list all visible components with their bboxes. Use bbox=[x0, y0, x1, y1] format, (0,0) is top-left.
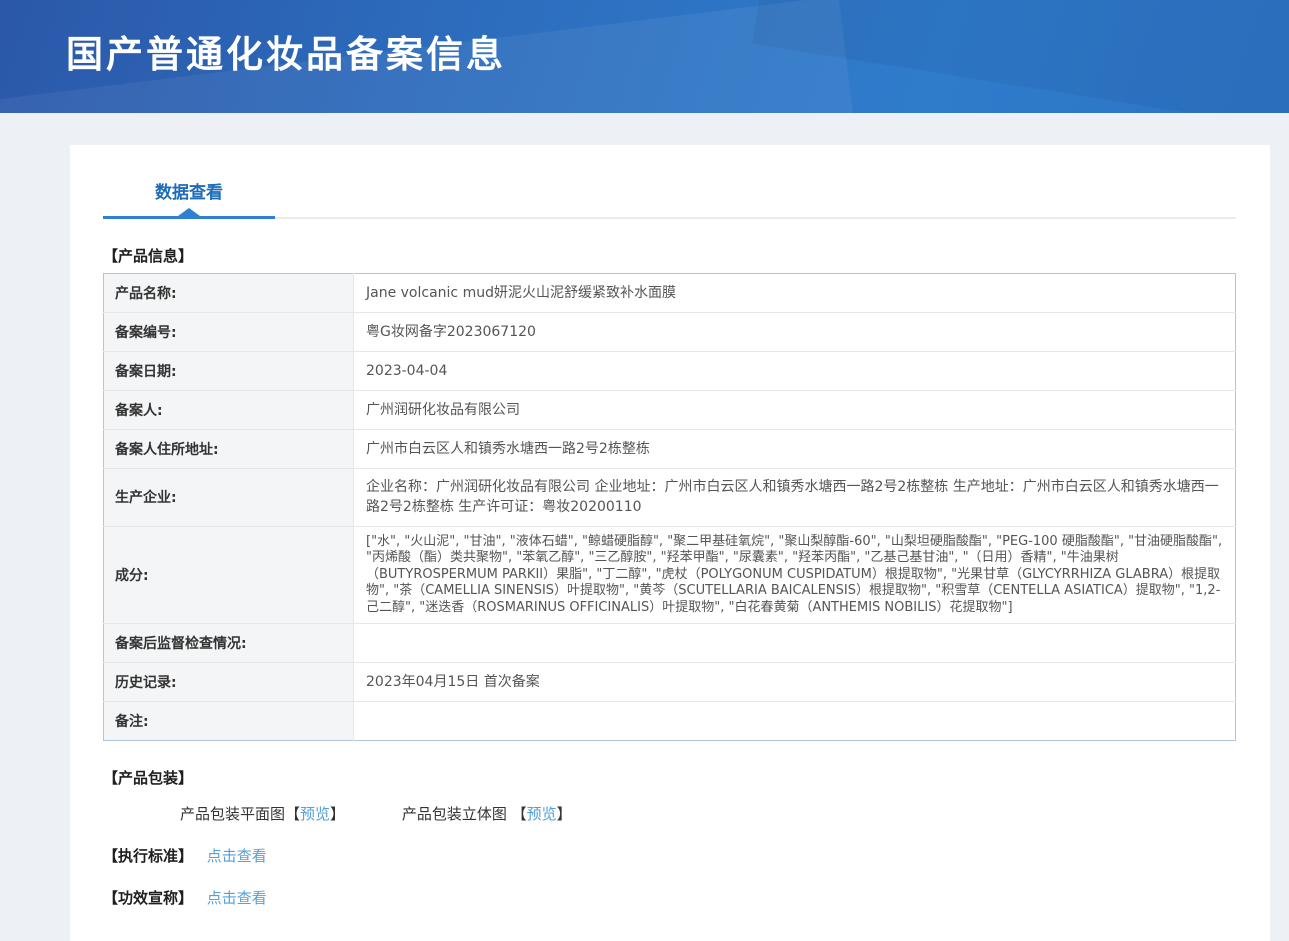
table-row-product-name: 产品名称: Jane volcanic mud妍泥火山泥舒缓紧致补水面膜 bbox=[104, 274, 1236, 313]
flat-packaging-bracket-close: 】 bbox=[330, 805, 345, 823]
product-info-table: 产品名称: Jane volcanic mud妍泥火山泥舒缓紧致补水面膜 备案编… bbox=[103, 273, 1236, 741]
section-title-product-info: 【产品信息】 bbox=[103, 245, 1236, 266]
row-value bbox=[354, 624, 1236, 663]
solid-packaging-bracket-close: 】 bbox=[557, 805, 572, 823]
row-value: Jane volcanic mud妍泥火山泥舒缓紧致补水面膜 bbox=[354, 274, 1236, 313]
row-value bbox=[354, 702, 1236, 741]
content-card: 数据查看 【产品信息】 产品名称: Jane volcanic mud妍泥火山泥… bbox=[70, 145, 1270, 941]
page-title: 国产普通化妆品备案信息 bbox=[0, 0, 1289, 78]
solid-packaging-item: 产品包装立体图 【预览】 bbox=[402, 805, 572, 823]
section-title-efficacy: 【功效宣称】 bbox=[103, 889, 193, 907]
section-title-packaging: 【产品包装】 bbox=[103, 767, 1236, 788]
row-value: 2023-04-04 bbox=[354, 352, 1236, 391]
row-value: 2023年04月15日 首次备案 bbox=[354, 663, 1236, 702]
row-value: 广州市白云区人和镇秀水塘西一路2号2栋整栋 bbox=[354, 430, 1236, 469]
solid-packaging-label: 产品包装立体图 【 bbox=[402, 805, 527, 823]
table-row-ingredients: 成分: ["水", "火山泥", "甘油", "液体石蜡", "鲸蜡硬脂醇", … bbox=[104, 526, 1236, 624]
row-label: 备案后监督检查情况: bbox=[104, 624, 354, 663]
row-value: 粤G妆网备字2023067120 bbox=[354, 313, 1236, 352]
packaging-previews-row: 产品包装平面图【预览】 产品包装立体图 【预览】 bbox=[103, 803, 1236, 824]
table-row-filing-number: 备案编号: 粤G妆网备字2023067120 bbox=[104, 313, 1236, 352]
solid-packaging-preview-link[interactable]: 预览 bbox=[527, 805, 557, 823]
row-value: ["水", "火山泥", "甘油", "液体石蜡", "鲸蜡硬脂醇", "聚二甲… bbox=[354, 526, 1236, 624]
row-label: 备案日期: bbox=[104, 352, 354, 391]
row-label: 备注: bbox=[104, 702, 354, 741]
flat-packaging-item: 产品包装平面图【预览】 bbox=[180, 805, 345, 823]
efficacy-view-link[interactable]: 点击查看 bbox=[207, 889, 267, 907]
tab-data-view[interactable]: 数据查看 bbox=[103, 178, 275, 219]
tab-bar: 数据查看 bbox=[103, 145, 1236, 219]
table-row-filer: 备案人: 广州润研化妆品有限公司 bbox=[104, 391, 1236, 430]
table-row-post-filing-inspection: 备案后监督检查情况: bbox=[104, 624, 1236, 663]
flat-packaging-preview-link[interactable]: 预览 bbox=[300, 805, 330, 823]
row-label: 备案人住所地址: bbox=[104, 430, 354, 469]
section-title-standard: 【执行标准】 bbox=[103, 847, 193, 865]
standard-view-link[interactable]: 点击查看 bbox=[207, 847, 267, 865]
standard-row: 【执行标准】 点击查看 bbox=[103, 845, 1236, 866]
row-value: 广州润研化妆品有限公司 bbox=[354, 391, 1236, 430]
row-label: 备案编号: bbox=[104, 313, 354, 352]
table-row-manufacturer: 生产企业: 企业名称：广州润研化妆品有限公司 企业地址：广州市白云区人和镇秀水塘… bbox=[104, 469, 1236, 527]
row-value: 企业名称：广州润研化妆品有限公司 企业地址：广州市白云区人和镇秀水塘西一路2号2… bbox=[354, 469, 1236, 527]
row-label: 备案人: bbox=[104, 391, 354, 430]
tab-data-view-label: 数据查看 bbox=[155, 183, 223, 203]
table-row-filing-date: 备案日期: 2023-04-04 bbox=[104, 352, 1236, 391]
tab-active-indicator-triangle bbox=[178, 208, 200, 216]
efficacy-row: 【功效宣称】 点击查看 bbox=[103, 887, 1236, 908]
row-label: 产品名称: bbox=[104, 274, 354, 313]
table-row-history: 历史记录: 2023年04月15日 首次备案 bbox=[104, 663, 1236, 702]
row-label: 成分: bbox=[104, 526, 354, 624]
page-header: 国产普通化妆品备案信息 bbox=[0, 0, 1289, 113]
table-row-remarks: 备注: bbox=[104, 702, 1236, 741]
flat-packaging-label: 产品包装平面图【 bbox=[180, 805, 300, 823]
row-label: 历史记录: bbox=[104, 663, 354, 702]
row-label: 生产企业: bbox=[104, 469, 354, 527]
table-row-filer-address: 备案人住所地址: 广州市白云区人和镇秀水塘西一路2号2栋整栋 bbox=[104, 430, 1236, 469]
